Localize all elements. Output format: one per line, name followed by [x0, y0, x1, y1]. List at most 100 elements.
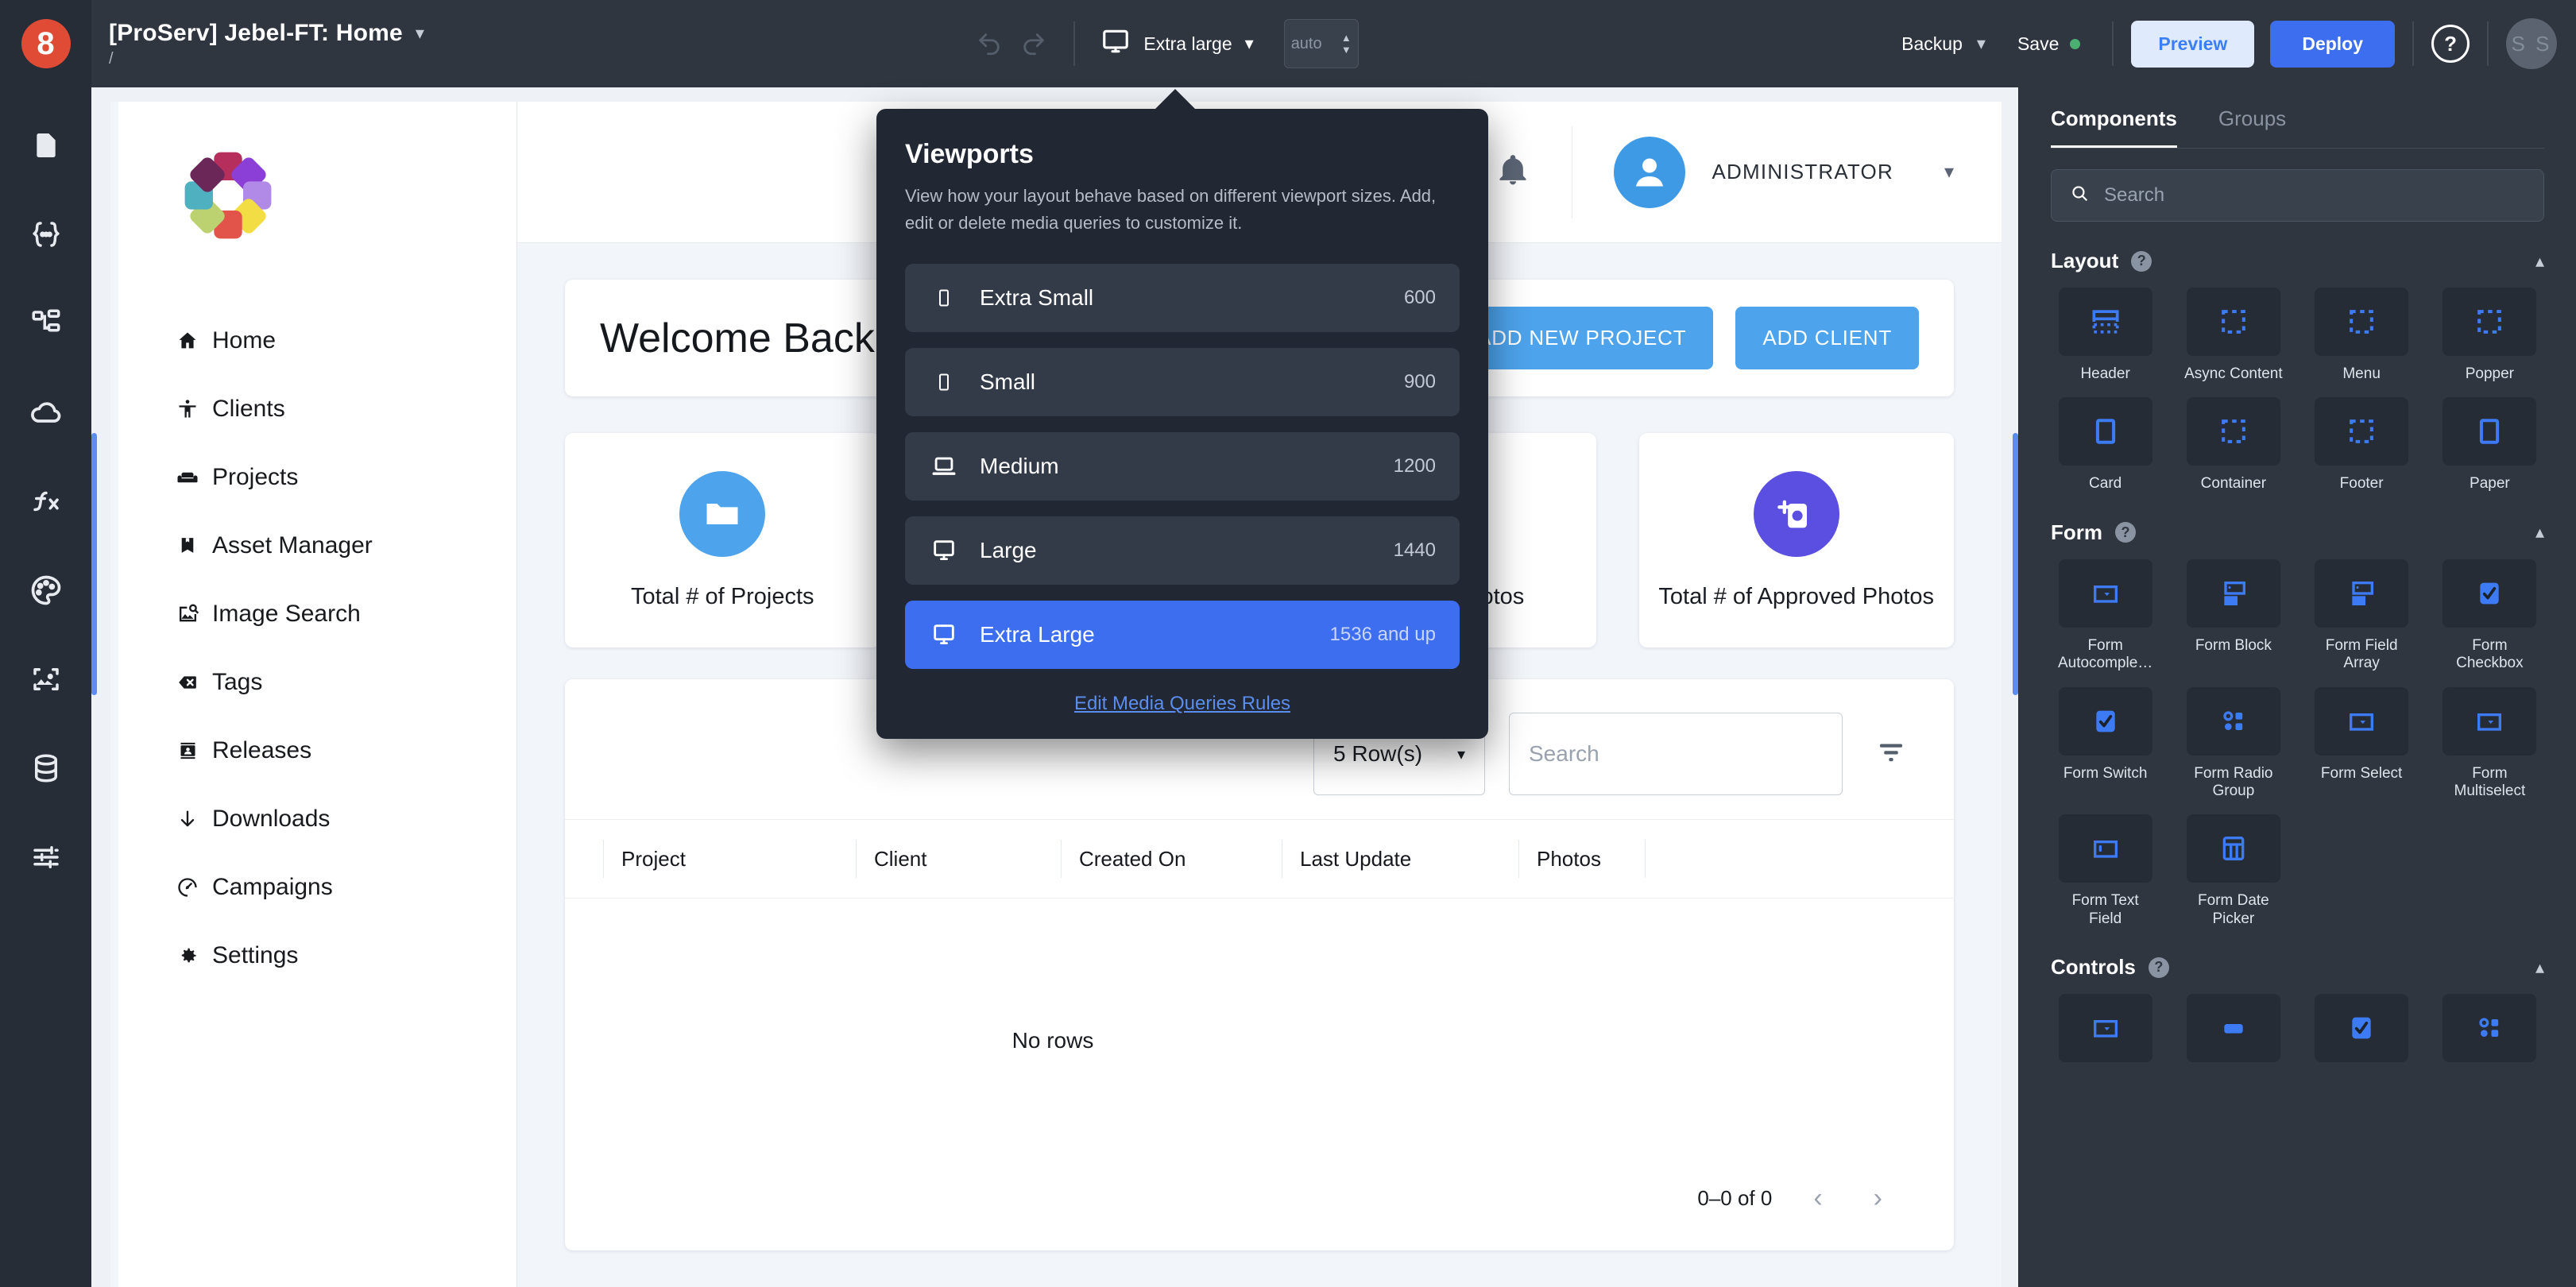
column-header-photos[interactable]: Photos [1518, 840, 1646, 878]
viewport-option-medium[interactable]: Medium 1200 [905, 432, 1460, 501]
pagination-range: 0–0 of 0 [1697, 1186, 1773, 1210]
sitemap-icon[interactable] [20, 297, 72, 350]
section-header-form[interactable]: Form ? ▴ [2019, 493, 2576, 559]
triangle-up-icon[interactable]: ▲ [1341, 33, 1352, 43]
viewport-option-small[interactable]: Small 900 [905, 348, 1460, 417]
preview-button[interactable]: Preview [2131, 20, 2255, 68]
component-sections: Layout ? ▴ Header Async Content Menu Pop… [2019, 222, 2576, 1287]
backup-menu[interactable]: Backup ▾ [1901, 33, 1986, 55]
stat-card-approved-photos[interactable]: Total # of Approved Photos [1638, 433, 1954, 647]
viewport-selector[interactable]: Extra large ▾ [1093, 20, 1261, 68]
sidebar-item-clients[interactable]: Clients [110, 375, 516, 443]
sidebar-item-projects[interactable]: Projects [110, 443, 516, 512]
sidebar-item-image-search[interactable]: Image Search [110, 580, 516, 648]
canvas-scroll-handle-left[interactable] [91, 433, 97, 695]
undo-icon[interactable] [967, 21, 1011, 66]
triangle-down-icon[interactable]: ▼ [1341, 44, 1352, 55]
bell-icon[interactable] [1495, 153, 1530, 191]
code-braces-icon[interactable] [20, 208, 72, 261]
projects-table-wrap: 5 Row(s) ▾ Search Project Client Created… [517, 679, 2002, 1287]
component-control-radio-group[interactable] [2432, 994, 2547, 1072]
select-box-icon [2058, 994, 2152, 1063]
component-form-radio-group[interactable]: Form Radio Group [2176, 686, 2291, 801]
canvas-scroll-handle-right[interactable] [2013, 433, 2018, 695]
palette-icon[interactable] [20, 564, 72, 616]
sliders-icon[interactable] [20, 831, 72, 883]
account-circle-icon[interactable] [1613, 136, 1685, 208]
component-paper[interactable]: Paper [2432, 397, 2547, 493]
question-icon[interactable]: ? [2115, 522, 2136, 543]
laptop-icon [929, 453, 959, 480]
zoom-stepper[interactable]: auto ▲ ▼ [1283, 19, 1359, 68]
table-search-input[interactable]: Search [1509, 713, 1843, 795]
cloud-icon[interactable] [20, 386, 72, 439]
column-header-created-on[interactable]: Created On [1061, 840, 1282, 878]
component-control-checkbox[interactable] [2304, 994, 2419, 1072]
component-control-select[interactable] [2048, 994, 2163, 1072]
sidebar-item-downloads[interactable]: Downloads [110, 785, 516, 853]
edit-media-queries-link[interactable]: Edit Media Queries Rules [905, 693, 1460, 715]
question-icon[interactable]: ? [2131, 250, 2152, 272]
component-form-switch[interactable]: Form Switch [2048, 686, 2163, 801]
sidebar-item-label: Campaigns [212, 874, 333, 900]
component-form-text-field[interactable]: Form Text Field [2048, 814, 2163, 928]
chevron-right-icon[interactable]: › [1864, 1183, 1892, 1214]
redo-icon[interactable] [1011, 21, 1056, 66]
save-button[interactable]: Save [2017, 33, 2081, 55]
help-icon[interactable]: ? [2431, 25, 2470, 63]
sidebar-item-campaigns[interactable]: Campaigns [110, 853, 516, 922]
sidebar-item-home[interactable]: Home [110, 307, 516, 375]
question-icon[interactable]: ? [2148, 957, 2169, 978]
brand-logo[interactable]: 8 [0, 0, 91, 87]
section-header-controls[interactable]: Controls ? ▴ [2019, 928, 2576, 994]
component-form-date-picker[interactable]: Form Date Picker [2176, 814, 2291, 928]
component-form-autocomplete[interactable]: Form Autocomple… [2048, 558, 2163, 673]
add-client-button[interactable]: ADD CLIENT [1735, 307, 1919, 369]
column-header-client[interactable]: Client [856, 840, 1061, 878]
sidebar-item-asset-manager[interactable]: Asset Manager [110, 512, 516, 580]
component-form-select[interactable]: Form Select [2304, 686, 2419, 801]
add-new-project-button[interactable]: ADD NEW PROJECT [1450, 307, 1714, 369]
desktop-icon [1100, 26, 1131, 61]
viewport-option-extra-small[interactable]: Extra Small 600 [905, 264, 1460, 333]
component-card[interactable]: Card [2048, 397, 2163, 493]
chevron-up-icon[interactable]: ▴ [2535, 522, 2544, 543]
tab-groups[interactable]: Groups [2218, 106, 2286, 148]
component-form-checkbox[interactable]: Form Checkbox [2432, 558, 2547, 673]
component-footer[interactable]: Footer [2304, 397, 2419, 493]
page-icon[interactable] [20, 119, 72, 172]
chevron-up-icon[interactable]: ▴ [2535, 251, 2544, 272]
chevron-up-icon[interactable]: ▴ [2535, 957, 2544, 978]
sidebar-item-tags[interactable]: Tags [110, 648, 516, 717]
filter-icon[interactable] [1866, 736, 1916, 773]
component-search-input[interactable]: Search [2051, 169, 2544, 222]
sidebar-item-settings[interactable]: Settings [110, 922, 516, 990]
viewport-option-large[interactable]: Large 1440 [905, 516, 1460, 586]
chevron-down-icon[interactable]: ▾ [416, 24, 424, 42]
avatar[interactable]: S S [2506, 18, 2558, 69]
chevron-left-icon[interactable]: ‹ [1804, 1183, 1831, 1214]
component-menu[interactable]: Menu [2304, 288, 2419, 383]
viewport-option-extra-large[interactable]: Extra Large 1536 and up [905, 601, 1460, 670]
database-icon[interactable] [20, 742, 72, 794]
component-container[interactable]: Container [2176, 397, 2291, 493]
component-label: Form Block [2195, 636, 2272, 654]
component-form-field-array[interactable]: Form Field Array [2304, 558, 2419, 673]
column-header-last-update[interactable]: Last Update [1282, 840, 1518, 878]
tab-components[interactable]: Components [2051, 106, 2177, 148]
component-header[interactable]: Header [2048, 288, 2163, 383]
deploy-button[interactable]: Deploy [2270, 20, 2396, 68]
component-async-content[interactable]: Async Content [2176, 288, 2291, 383]
stat-card-total-projects[interactable]: Total # of Projects [565, 433, 880, 647]
component-form-block[interactable]: Form Block [2176, 558, 2291, 673]
image-icon[interactable] [20, 653, 72, 705]
column-header-project[interactable]: Project [603, 840, 856, 878]
component-form-multiselect[interactable]: Form Multiselect [2432, 686, 2547, 801]
chevron-down-icon[interactable]: ▾ [1944, 160, 1954, 184]
sidebar-item-releases[interactable]: Releases [110, 717, 516, 785]
component-popper[interactable]: Popper [2432, 288, 2547, 383]
desktop-icon [929, 621, 959, 648]
function-fx-icon[interactable] [20, 475, 72, 528]
component-control-button[interactable] [2176, 994, 2291, 1072]
section-header-layout[interactable]: Layout ? ▴ [2019, 222, 2576, 288]
